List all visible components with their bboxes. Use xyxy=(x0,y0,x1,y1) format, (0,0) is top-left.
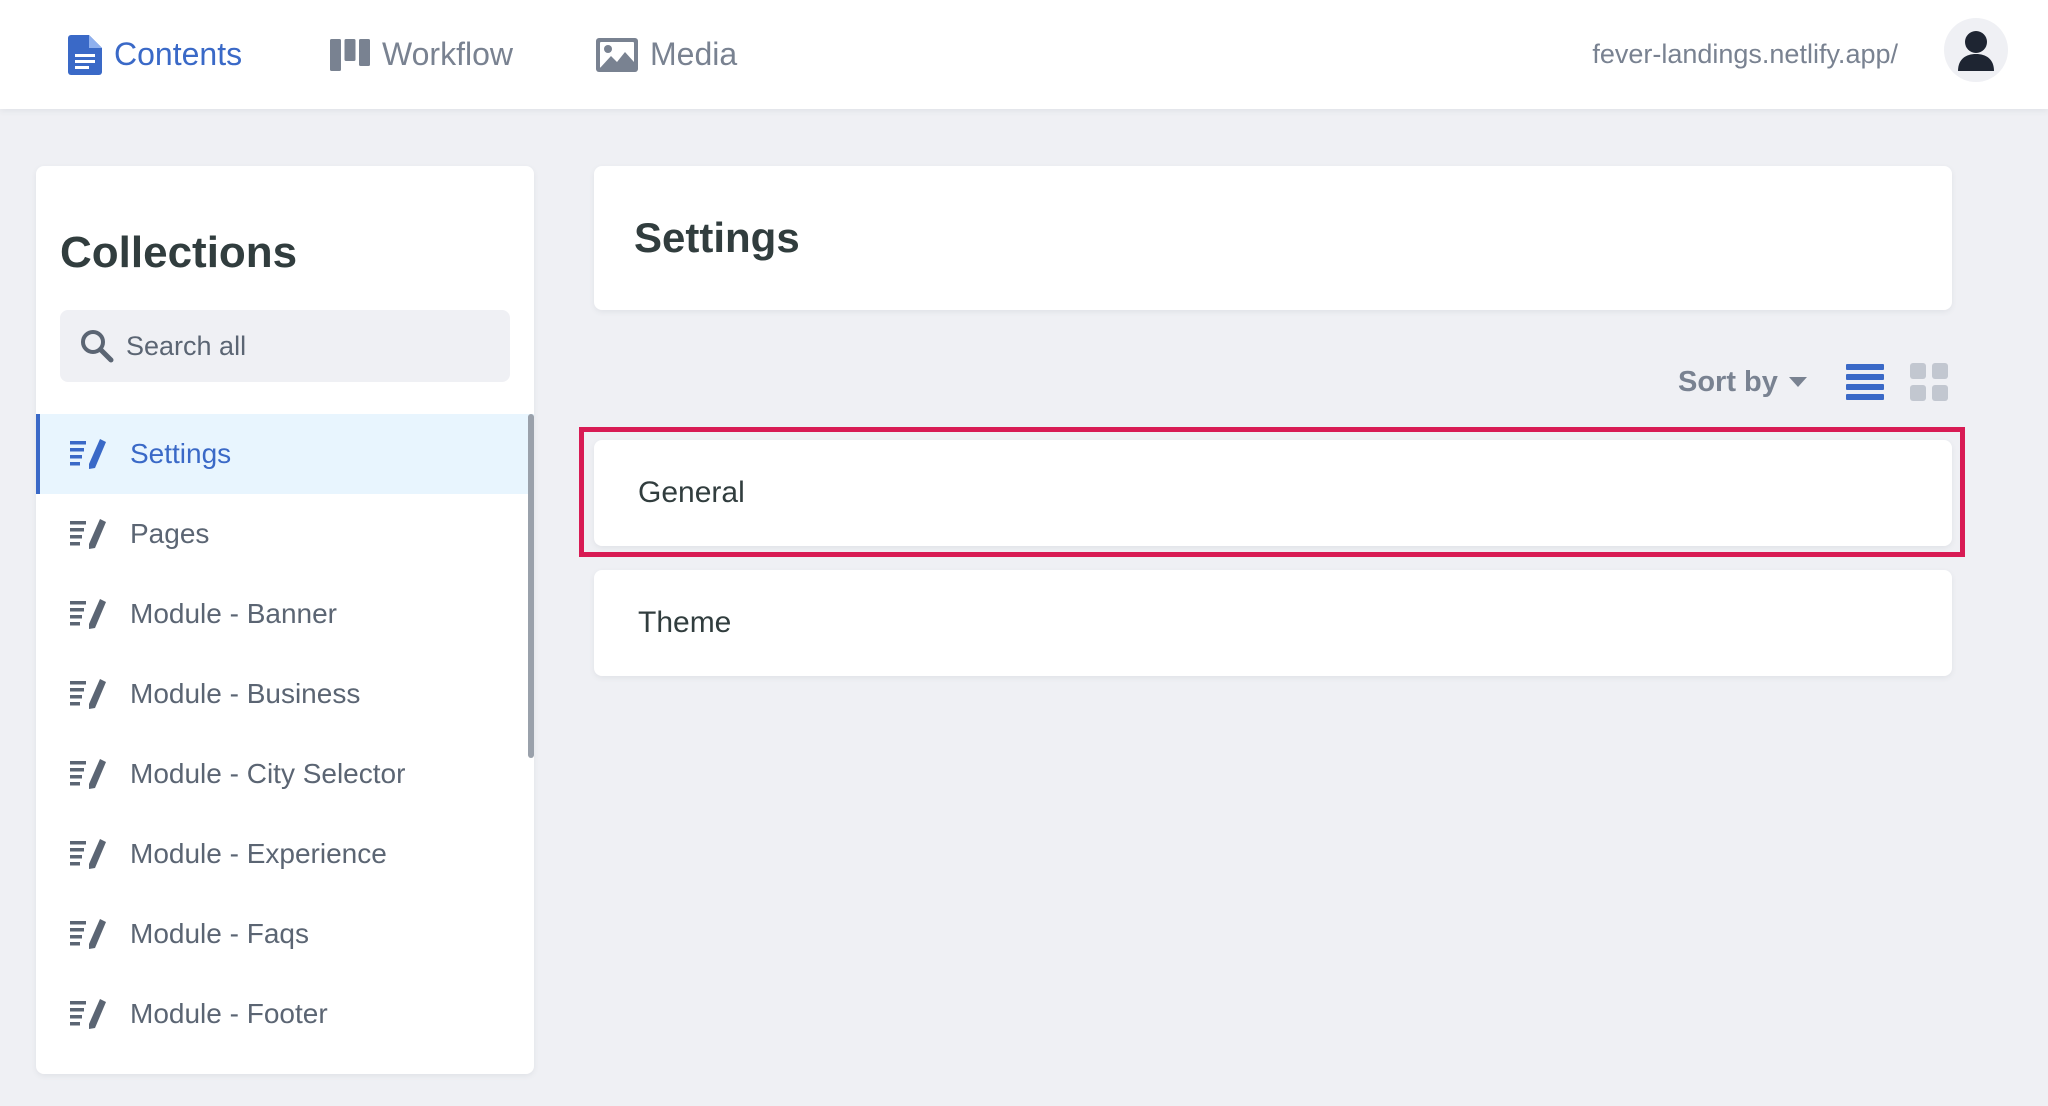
collection-icon xyxy=(70,918,108,950)
sidebar-item-module-banner[interactable]: Module - Banner xyxy=(36,574,534,654)
collection-header: Settings xyxy=(594,166,1952,310)
search-input[interactable] xyxy=(124,329,468,363)
sidebar-item-label: Module - City Selector xyxy=(130,758,406,789)
list-view-button[interactable] xyxy=(1845,362,1885,402)
sidebar-item-module-business[interactable]: Module - Business xyxy=(36,654,534,734)
user-icon xyxy=(1956,29,1996,71)
nav-workflow-link[interactable]: Workflow xyxy=(330,0,513,109)
collection-icon xyxy=(70,678,108,710)
grid-view-icon xyxy=(1910,363,1948,401)
nav-contents-label: Contents xyxy=(114,36,243,72)
entry-card-theme[interactable]: Theme xyxy=(594,570,1952,676)
sidebar-item-module-faqs[interactable]: Module - Faqs xyxy=(36,894,534,974)
page-title: Settings xyxy=(634,214,800,261)
sidebar-item-label: Module - Business xyxy=(130,678,361,709)
collection-list: Settings Pages Module - Banner Module - … xyxy=(36,414,534,1054)
nav-media-label: Media xyxy=(650,36,738,72)
sidebar-title: Collections xyxy=(60,228,298,277)
collection-icon xyxy=(70,598,108,630)
sidebar-item-pages[interactable]: Pages xyxy=(36,494,534,574)
sidebar-item-label: Settings xyxy=(130,438,232,469)
search-box[interactable] xyxy=(60,310,510,382)
nav-contents-link[interactable]: Contents xyxy=(68,0,242,109)
sidebar-scrollbar[interactable] xyxy=(528,414,534,758)
document-icon xyxy=(68,34,102,75)
collection-icon xyxy=(70,758,108,790)
user-avatar-button[interactable] xyxy=(1944,18,2008,82)
sort-by-dropdown[interactable]: Sort by xyxy=(1678,360,1808,404)
sort-by-label: Sort by xyxy=(1678,365,1778,398)
list-view-icon xyxy=(1846,363,1884,401)
collection-icon xyxy=(70,518,108,550)
sidebar-item-module-footer[interactable]: Module - Footer xyxy=(36,974,534,1054)
nav-media-link[interactable]: Media xyxy=(596,0,737,109)
workflow-icon xyxy=(330,38,370,71)
nav-workflow-label: Workflow xyxy=(382,36,513,72)
entry-title: Theme xyxy=(638,606,732,639)
caret-down-icon xyxy=(1788,376,1808,388)
top-navigation-bar: Contents Workflow Media fever-landings.n… xyxy=(0,0,2048,109)
sidebar-item-settings[interactable]: Settings xyxy=(36,414,534,494)
sidebar-item-label: Module - Footer xyxy=(130,998,328,1029)
search-icon xyxy=(80,329,114,363)
sidebar-item-label: Module - Banner xyxy=(130,598,338,629)
highlight-outline xyxy=(579,427,1965,557)
sidebar-item-label: Module - Faqs xyxy=(130,918,309,949)
sidebar-item-module-experience[interactable]: Module - Experience xyxy=(36,814,534,894)
sidebar-item-label: Pages xyxy=(130,518,210,549)
image-icon xyxy=(596,37,638,72)
collections-sidebar: Collections Settings Pages Modu xyxy=(36,166,534,1074)
collection-icon xyxy=(70,998,108,1030)
sidebar-item-module-city-selector[interactable]: Module - City Selector xyxy=(36,734,534,814)
collection-icon xyxy=(70,438,108,470)
site-url-link[interactable]: fever-landings.netlify.app/ xyxy=(1592,0,1898,109)
collection-icon xyxy=(70,838,108,870)
grid-view-button[interactable] xyxy=(1909,362,1949,402)
sidebar-item-label: Module - Experience xyxy=(130,838,387,869)
